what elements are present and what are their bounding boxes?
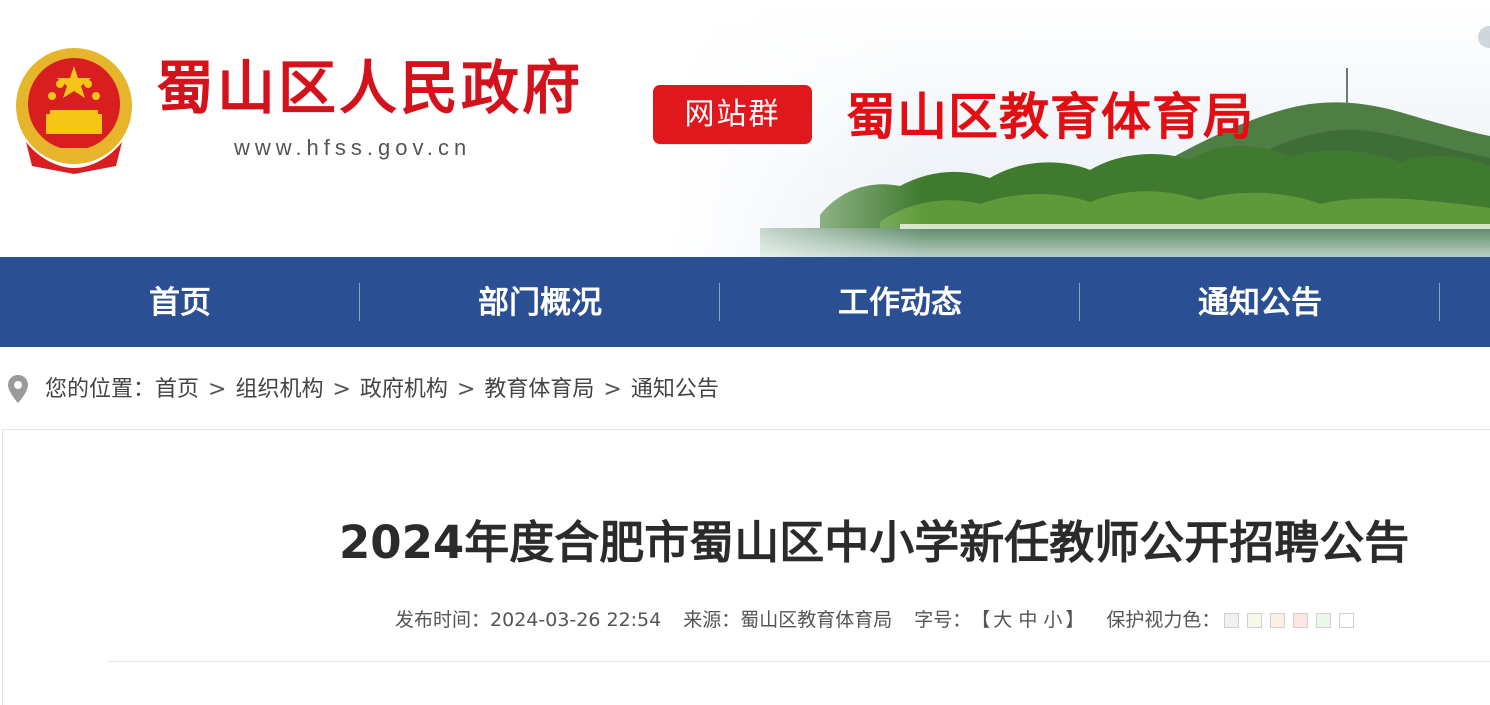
- breadcrumb-link-home[interactable]: 首页: [155, 374, 199, 406]
- main-navigation: 首页 部门概况 工作动态 通知公告: [0, 257, 1490, 347]
- eye-color-swatch-6[interactable]: [1339, 612, 1355, 628]
- font-size-small-button[interactable]: 小: [1043, 606, 1062, 634]
- font-size-medium-button[interactable]: 中: [1018, 606, 1037, 634]
- breadcrumb-link-notices[interactable]: 通知公告: [631, 374, 719, 406]
- nav-item-label: 工作动态: [838, 285, 962, 321]
- title-divider: [108, 661, 1490, 662]
- breadcrumb-separator: >: [603, 377, 622, 402]
- eye-protection-color-label: 保护视力色：: [1106, 609, 1221, 631]
- eye-color-swatch-4[interactable]: [1293, 612, 1309, 628]
- eye-color-swatch-5[interactable]: [1316, 612, 1332, 628]
- breadcrumb-separator: >: [332, 377, 351, 402]
- breadcrumb-separator: >: [208, 377, 227, 402]
- font-size-bracket-open: 【: [971, 609, 991, 631]
- breadcrumb-separator: >: [456, 377, 476, 402]
- breadcrumb-link-organization[interactable]: 组织机构: [235, 374, 323, 406]
- department-title: 蜀山区教育体育局: [846, 88, 1254, 146]
- breadcrumb-link-education-bureau[interactable]: 教育体育局: [484, 374, 594, 406]
- font-size-label: 字号：: [914, 609, 972, 631]
- nav-item-notices[interactable]: 通知公告: [1080, 257, 1440, 347]
- government-name-logo[interactable]: 蜀山区人民政府: [156, 54, 583, 122]
- publish-time: 2024-03-26 22:54: [490, 609, 662, 631]
- article-meta: 发布时间： 2024-03-26 22:54 来源： 蜀山区教育体育局 字号： …: [395, 606, 1362, 634]
- header-banner: 蜀山区人民政府 www.hfss.gov.cn 网站群 蜀山区教育体育局: [0, 0, 1490, 257]
- eye-color-swatch-2[interactable]: [1247, 612, 1263, 628]
- eye-color-swatch-1[interactable]: [1224, 612, 1240, 628]
- nav-item-department-overview[interactable]: 部门概况: [360, 257, 720, 347]
- breadcrumb: 您的位置： 首页 > 组织机构 > 政府机构 > 教育体育局 > 通知公告: [45, 374, 719, 406]
- source-label: 来源：: [683, 609, 741, 631]
- site-group-button[interactable]: 网站群: [653, 85, 812, 144]
- breadcrumb-prefix: 您的位置：: [45, 377, 156, 402]
- nav-item-work-news[interactable]: 工作动态: [720, 257, 1080, 347]
- breadcrumb-link-government-bodies[interactable]: 政府机构: [360, 374, 448, 406]
- nav-item-label: 通知公告: [1198, 285, 1322, 321]
- nav-item-label: 首页: [149, 285, 211, 321]
- government-url: www.hfss.gov.cn: [234, 135, 472, 160]
- eye-protection-swatches: [1224, 612, 1362, 628]
- nav-item-home[interactable]: 首页: [0, 257, 360, 347]
- national-emblem-logo: [16, 48, 132, 174]
- font-size-bracket-close: 】: [1065, 609, 1085, 631]
- font-size-large-button[interactable]: 大: [993, 606, 1012, 634]
- location-pin-icon: [8, 375, 28, 403]
- eye-color-swatch-3[interactable]: [1270, 612, 1286, 628]
- article-title: 2024年度合肥市蜀山区中小学新任教师公开招聘公告: [339, 516, 1410, 569]
- source: 蜀山区教育体育局: [740, 609, 893, 631]
- nav-item-label: 部门概况: [478, 285, 602, 321]
- publish-time-label: 发布时间：: [395, 609, 491, 631]
